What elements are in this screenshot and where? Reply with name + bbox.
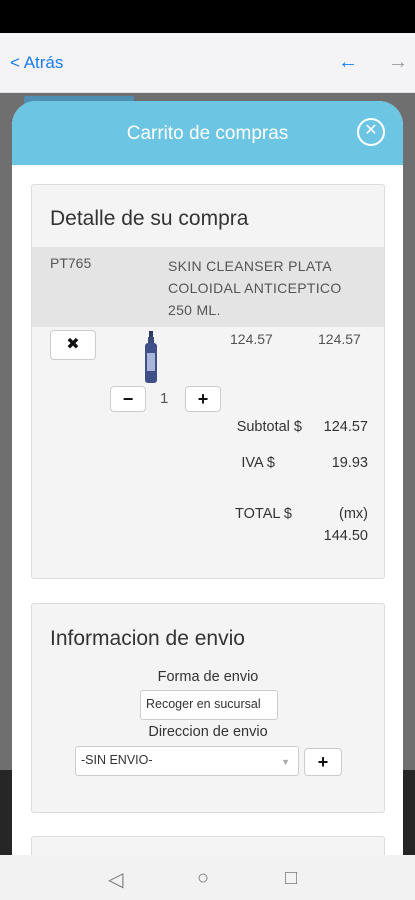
iva-value: 19.93 [331,455,368,471]
modal-title: Carrito de compras [126,123,289,144]
browser-toolbar: < Atrás ← → [0,33,415,93]
total-label: TOTAL $ [235,506,292,522]
remove-item-button[interactable]: ✖ [50,330,96,360]
shipping-address-label: Direccion de envio [148,724,268,740]
circle-home-icon[interactable]: ○ [197,867,209,890]
shipping-address-value: -SIN ENVIO- [81,753,153,767]
shipping-heading: Informacion de envio [50,627,245,650]
purchase-heading: Detalle de su compra [50,207,249,230]
back-link[interactable]: < Atrás [10,53,63,73]
status-bar [0,0,415,33]
shipping-method-select[interactable]: Recoger en sucursal [140,690,278,720]
triangle-back-icon[interactable]: ◁ [108,867,123,892]
square-recents-icon[interactable]: □ [285,867,297,890]
product-image [145,331,157,383]
shipping-method-label: Forma de envio [157,669,259,685]
shipping-address-select[interactable]: -SIN ENVIO- ▼ [75,746,299,776]
increase-quantity-button[interactable]: + [185,386,221,412]
iva-label: IVA $ [241,455,275,471]
add-address-button[interactable]: + [304,748,342,776]
line-total: 124.57 [318,331,361,347]
decrease-quantity-button[interactable]: − [110,386,146,412]
subtotal-value: 124.57 [323,419,368,435]
arrow-left-icon[interactable]: ← [338,51,358,74]
modal-header: Carrito de compras ✕ [12,101,403,165]
unit-price: 124.57 [230,331,273,347]
product-code: PT765 [50,255,92,271]
product-row: PT765 SKIN CLEANSER PLATA COLOIDAL ANTIC… [32,247,384,327]
total-value: 144.50 [323,528,368,544]
system-nav-bar: ◁ ○ □ [0,855,415,900]
product-description: SKIN CLEANSER PLATA COLOIDAL ANTICEPTICO… [168,258,342,318]
shipping-method-value: Recoger en sucursal [146,697,261,711]
purchase-detail-panel: Detalle de su compra PT765 SKIN CLEANSER… [31,184,385,579]
close-icon[interactable]: ✕ [357,118,385,146]
arrow-right-icon[interactable]: → [388,51,408,74]
cart-modal: Carrito de compras ✕ Detalle de su compr… [12,101,403,861]
subtotal-label: Subtotal $ [236,419,302,435]
shipping-panel: Informacion de envio Forma de envio Reco… [31,603,385,813]
total-currency: (mx) [339,506,368,522]
chevron-down-icon: ▼ [281,757,290,767]
quantity-value: 1 [160,390,169,407]
